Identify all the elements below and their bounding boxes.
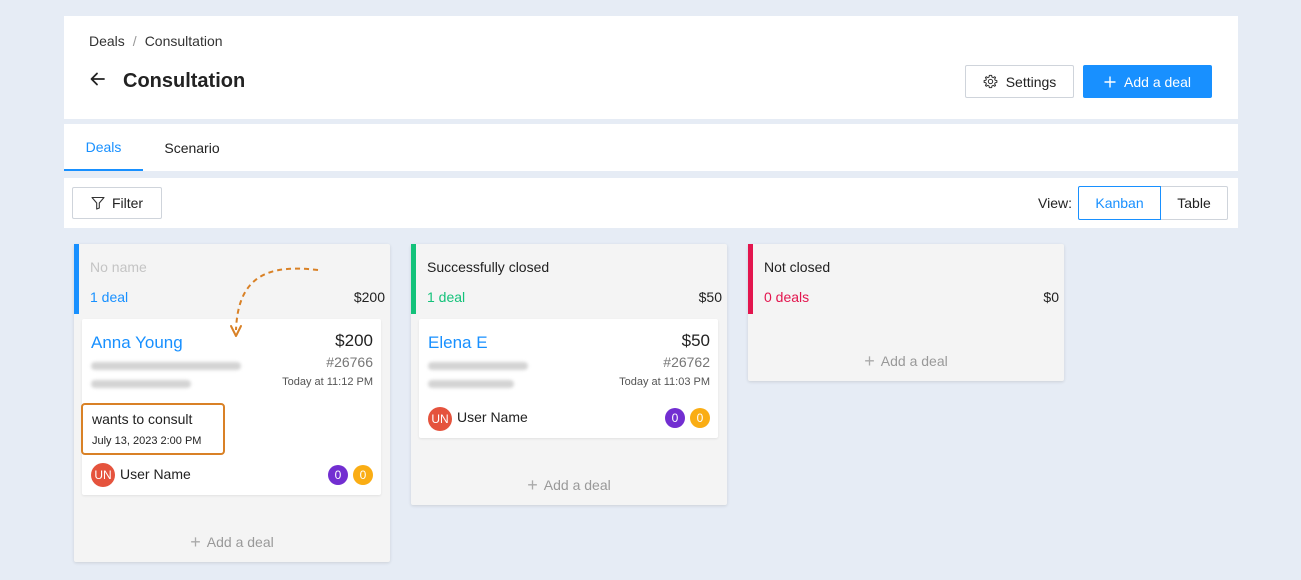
deal-price: $50 xyxy=(681,331,710,350)
column-deal-count: 1 deal xyxy=(90,289,129,305)
funnel-icon xyxy=(91,196,105,210)
back-arrow-icon[interactable] xyxy=(88,69,108,89)
user-name: User Name xyxy=(120,466,191,482)
column-add-deal-button[interactable]: + Add a deal xyxy=(74,532,390,553)
badge-orange: 0 xyxy=(353,465,373,485)
filter-button[interactable]: Filter xyxy=(72,187,162,219)
tab-bar: Deals Scenario xyxy=(64,124,1238,171)
breadcrumb-current: Consultation xyxy=(144,33,223,49)
plus-icon: + xyxy=(190,532,201,552)
add-deal-button[interactable]: Add a deal xyxy=(1083,65,1212,98)
column-sum: $0 xyxy=(1043,289,1059,305)
avatar: UN xyxy=(428,407,452,431)
gear-icon xyxy=(983,74,998,89)
deal-price: $200 xyxy=(335,331,373,350)
column-sum: $200 xyxy=(353,289,385,305)
add-deal-label: Add a deal xyxy=(1124,73,1191,90)
breadcrumb-separator: / xyxy=(132,33,137,49)
deal-card[interactable]: Anna Young $200 #26766 Today at 11:12 PM… xyxy=(81,319,381,495)
breadcrumb: Deals / Consultation xyxy=(89,33,223,49)
deal-contact-name[interactable]: Elena E xyxy=(428,333,488,353)
deal-id: #26766 xyxy=(326,354,373,370)
blurred-phone xyxy=(91,380,191,388)
note-text: wants to consult xyxy=(92,411,193,427)
deal-card[interactable]: Elena E $50 #26762 Today at 11:03 PM UN … xyxy=(419,319,718,438)
column-color-bar xyxy=(748,244,753,314)
column-name[interactable]: Successfully closed xyxy=(427,259,549,275)
badge-orange: 0 xyxy=(690,408,710,428)
tab-scenario[interactable]: Scenario xyxy=(143,124,241,171)
page-header: Deals / Consultation Consultation Settings… xyxy=(64,16,1238,119)
column-color-bar xyxy=(74,244,79,314)
settings-label: Settings xyxy=(1005,73,1057,90)
avatar: UN xyxy=(91,463,115,487)
deal-contact-name[interactable]: Anna Young xyxy=(91,333,183,353)
kanban-column-not-closed: Not closed 0 deals $0 + Add a deal xyxy=(748,244,1064,381)
deal-time: Today at 11:03 PM xyxy=(619,376,710,388)
dashed-arrow-annotation xyxy=(230,267,319,337)
breadcrumb-deals-link[interactable]: Deals xyxy=(89,33,125,49)
add-deal-label: Add a deal xyxy=(206,534,274,550)
kanban-column-successfully-closed: Successfully closed 1 deal $50 Elena E $… xyxy=(411,244,727,505)
column-name[interactable]: Not closed xyxy=(764,259,830,275)
column-add-deal-button[interactable]: + Add a deal xyxy=(748,351,1064,372)
column-color-bar xyxy=(411,244,416,314)
view-kanban-button[interactable]: Kanban xyxy=(1078,186,1161,220)
page-title: Consultation xyxy=(123,70,246,92)
view-switcher: Kanban Table xyxy=(1078,186,1228,220)
plus-icon: + xyxy=(864,351,875,371)
note-date: July 13, 2023 2:00 PM xyxy=(92,435,202,447)
add-deal-label: Add a deal xyxy=(880,353,948,369)
column-add-deal-button[interactable]: + Add a deal xyxy=(411,475,727,496)
column-sum: $50 xyxy=(698,289,722,305)
blurred-email xyxy=(428,362,528,370)
toolbar: Filter View: Kanban Table xyxy=(64,178,1238,228)
deal-note: wants to consult July 13, 2023 2:00 PM xyxy=(81,403,225,455)
plus-icon: + xyxy=(527,475,538,495)
badge-purple: 0 xyxy=(665,408,685,428)
column-deal-count: 0 deals xyxy=(764,289,810,305)
view-table-button[interactable]: Table xyxy=(1161,186,1228,220)
settings-button[interactable]: Settings xyxy=(965,65,1074,98)
add-deal-label: Add a deal xyxy=(543,477,611,493)
view-label: View: xyxy=(1038,195,1072,211)
blurred-phone xyxy=(428,380,514,388)
plus-icon xyxy=(1104,76,1116,87)
user-name: User Name xyxy=(457,409,528,425)
deal-time: Today at 11:12 PM xyxy=(282,376,373,388)
tab-deals[interactable]: Deals xyxy=(64,124,143,171)
column-deal-count: 1 deal xyxy=(427,289,466,305)
column-name[interactable]: No name xyxy=(90,259,147,275)
filter-label: Filter xyxy=(111,195,144,211)
badge-purple: 0 xyxy=(328,465,348,485)
deal-id: #26762 xyxy=(663,354,710,370)
blurred-email xyxy=(91,362,241,370)
